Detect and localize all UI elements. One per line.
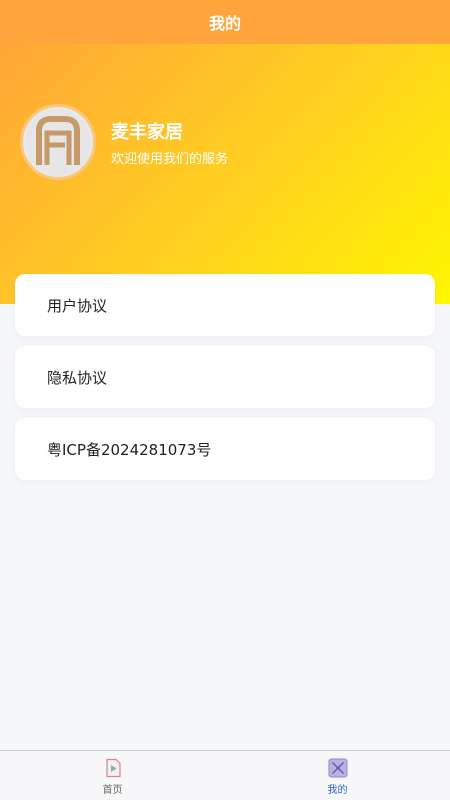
bottom-tab-bar: 首页 我的 bbox=[0, 750, 450, 800]
user-agreement-item[interactable]: 用户协议 bbox=[15, 274, 435, 336]
menu-item-label: 粤ICP备2024281073号 bbox=[47, 440, 212, 459]
tab-label: 我的 bbox=[327, 784, 348, 796]
profile-name: 麦丰家居 bbox=[111, 122, 183, 143]
profile-grid-icon bbox=[328, 758, 347, 777]
privacy-agreement-item[interactable]: 隐私协议 bbox=[15, 346, 435, 408]
profile-header: 麦丰家居 欢迎使用我们的服务 bbox=[0, 44, 450, 304]
avatar[interactable] bbox=[20, 104, 96, 180]
home-play-icon bbox=[105, 758, 121, 777]
page-title: 我的 bbox=[208, 14, 241, 33]
icp-record-item[interactable]: 粤ICP备2024281073号 bbox=[15, 418, 435, 480]
top-nav-bar: 我的 bbox=[0, 0, 450, 44]
tab-mine[interactable]: 我的 bbox=[225, 751, 450, 800]
menu-item-label: 隐私协议 bbox=[47, 368, 108, 387]
brand-logo-icon bbox=[25, 109, 91, 175]
profile-subtitle: 欢迎使用我们的服务 bbox=[111, 152, 229, 167]
menu-item-label: 用户协议 bbox=[47, 296, 108, 315]
tab-home[interactable]: 首页 bbox=[0, 751, 225, 800]
tab-label: 首页 bbox=[102, 784, 123, 796]
